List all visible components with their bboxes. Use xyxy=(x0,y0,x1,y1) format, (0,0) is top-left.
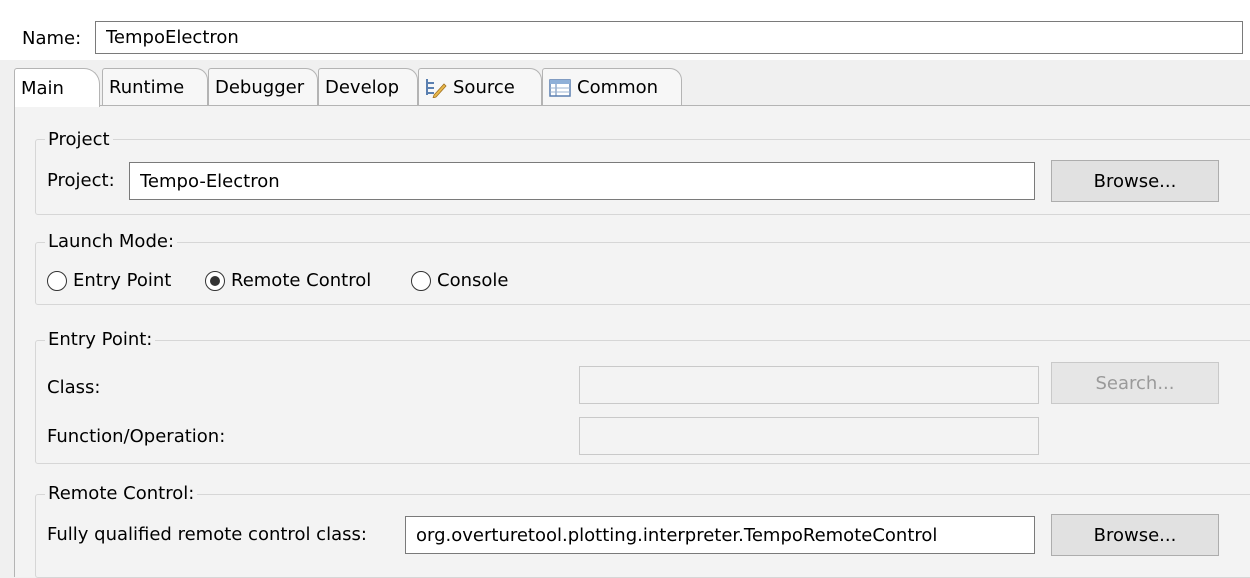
radio-label: Remote Control xyxy=(231,270,372,291)
remote-control-group-title: Remote Control: xyxy=(45,483,198,504)
name-row: Name: xyxy=(0,0,1250,60)
project-label: Project: xyxy=(47,170,115,191)
tab-main[interactable]: Main xyxy=(14,68,100,107)
tab-source[interactable]: Source xyxy=(418,68,542,106)
tab-label: Common xyxy=(577,77,659,98)
class-field[interactable] xyxy=(579,366,1039,404)
project-field[interactable] xyxy=(129,162,1035,200)
project-browse-button[interactable]: Browse... xyxy=(1051,160,1219,202)
radio-console[interactable]: Console xyxy=(411,270,508,291)
function-operation-label: Function/Operation: xyxy=(47,426,226,447)
radio-remote-control[interactable]: Remote Control xyxy=(205,270,371,291)
source-icon xyxy=(425,78,447,99)
tab-develop[interactable]: Develop xyxy=(318,68,418,106)
radio-label: Entry Point xyxy=(73,270,172,291)
launch-mode-group-title: Launch Mode: xyxy=(45,231,178,252)
radio-label: Console xyxy=(437,270,509,291)
main-tab-content: Project Project: Browse... Launch Mode: … xyxy=(14,105,1250,578)
tab-debugger[interactable]: Debugger xyxy=(208,68,318,106)
radio-circle-checked xyxy=(205,270,225,291)
entry-point-group-title: Entry Point: xyxy=(45,329,156,350)
table-icon xyxy=(549,78,571,98)
remote-control-browse-button[interactable]: Browse... xyxy=(1051,514,1219,556)
radio-entry-point[interactable]: Entry Point xyxy=(47,270,171,291)
tab-label: Debugger xyxy=(215,77,305,98)
tab-common[interactable]: Common xyxy=(542,68,682,106)
class-label: Class: xyxy=(47,377,101,398)
tab-label: Main xyxy=(21,77,64,99)
radio-circle xyxy=(47,270,67,291)
remote-control-class-label: Fully qualified remote control class: xyxy=(47,524,367,545)
project-group-title: Project xyxy=(45,129,113,150)
remote-control-class-field[interactable] xyxy=(405,516,1035,554)
name-field[interactable] xyxy=(95,21,1243,54)
radio-circle xyxy=(411,270,431,291)
tab-bar: Main Runtime Debugger Develop Source Com… xyxy=(14,68,1250,107)
name-label: Name: xyxy=(22,28,82,49)
tab-runtime[interactable]: Runtime xyxy=(102,68,208,106)
tab-label: Source xyxy=(453,77,515,98)
tab-label: Runtime xyxy=(109,77,185,98)
tab-label: Develop xyxy=(325,77,400,98)
search-button[interactable]: Search... xyxy=(1051,362,1219,404)
function-operation-field[interactable] xyxy=(579,417,1039,455)
